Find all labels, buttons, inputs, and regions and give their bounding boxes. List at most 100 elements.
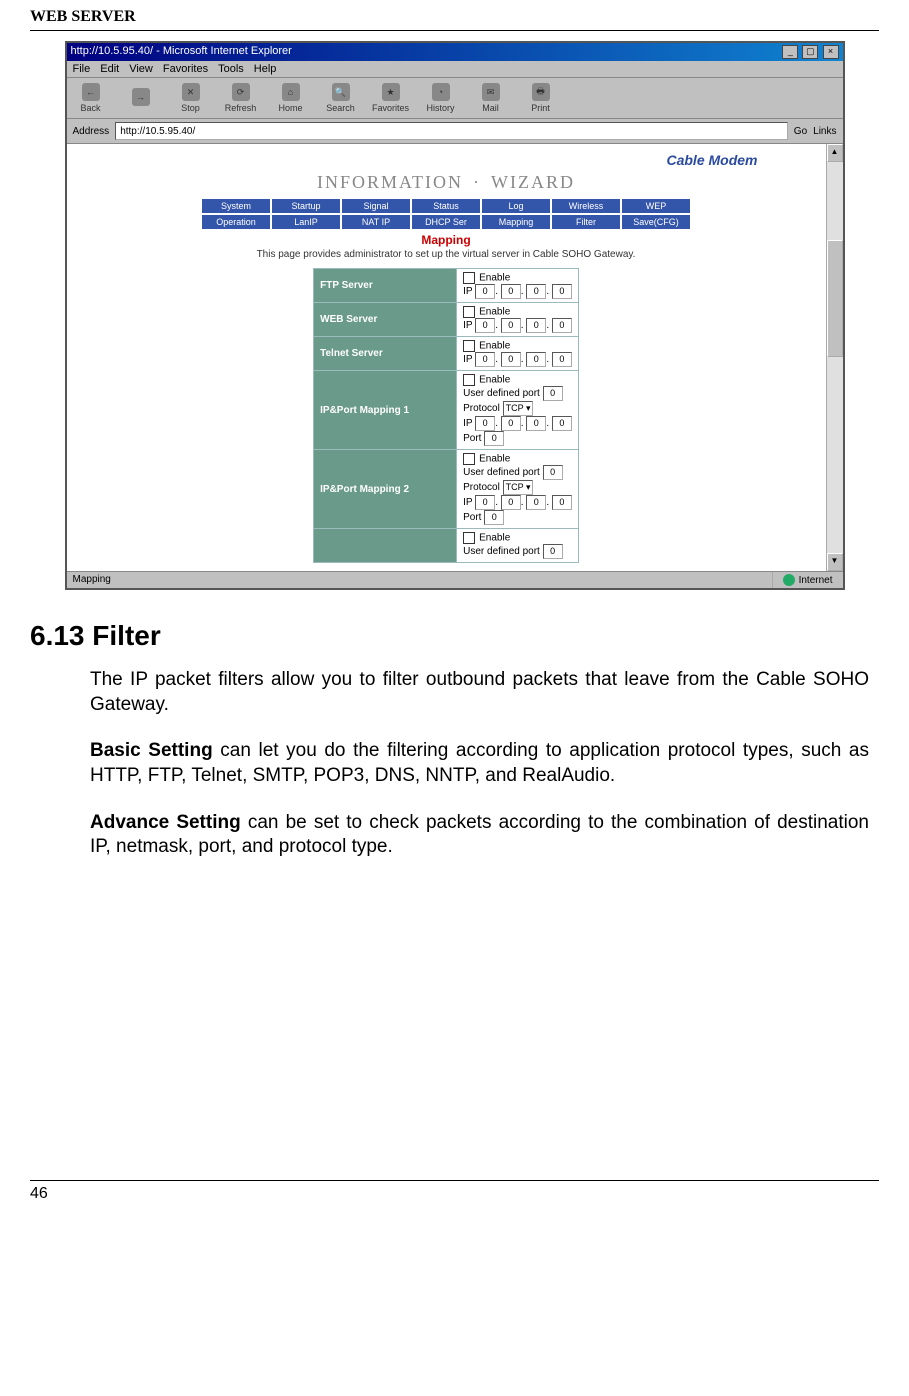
- ip-field[interactable]: 0: [475, 318, 495, 333]
- enable-checkbox[interactable]: [463, 272, 475, 284]
- scroll-down-icon[interactable]: ▼: [827, 553, 843, 571]
- status-bar: Mapping Internet: [67, 571, 843, 588]
- menu-file[interactable]: File: [73, 63, 91, 75]
- ip-field[interactable]: 0: [526, 284, 546, 299]
- tabs-row-1: System Startup Signal Status Log Wireles…: [75, 199, 818, 213]
- vertical-scrollbar[interactable]: ▲ ▼: [826, 144, 843, 571]
- links-label[interactable]: Links: [813, 126, 836, 137]
- internet-icon: [783, 574, 795, 586]
- port-field[interactable]: 0: [543, 386, 563, 401]
- tab-startup[interactable]: Startup: [272, 199, 340, 213]
- back-icon: ←: [82, 83, 100, 101]
- favorites-button[interactable]: ★Favorites: [373, 83, 409, 113]
- ip-field[interactable]: 0: [552, 352, 572, 367]
- tab-wep[interactable]: WEP: [622, 199, 690, 213]
- tab-mapping[interactable]: Mapping: [482, 215, 550, 229]
- ip-field[interactable]: 0: [475, 352, 495, 367]
- scroll-thumb[interactable]: [827, 240, 843, 357]
- stop-button[interactable]: ✕Stop: [173, 83, 209, 113]
- page-title: INFORMATION·WIZARD: [75, 172, 818, 193]
- row-label-ipmap2: IP&Port Mapping 2: [314, 450, 457, 529]
- ip-field[interactable]: 0: [475, 495, 495, 510]
- protocol-select[interactable]: TCP ▾: [503, 401, 534, 416]
- search-button[interactable]: 🔍Search: [323, 83, 359, 113]
- ip-field[interactable]: 0: [552, 318, 572, 333]
- ip-field[interactable]: 0: [475, 284, 495, 299]
- close-icon[interactable]: ×: [823, 45, 839, 59]
- row-label-web: WEB Server: [314, 303, 457, 337]
- enable-label: Enable: [479, 273, 510, 284]
- enable-checkbox[interactable]: [463, 453, 475, 465]
- row-label-telnet: Telnet Server: [314, 337, 457, 371]
- menu-view[interactable]: View: [129, 63, 153, 75]
- ip-field[interactable]: 0: [501, 284, 521, 299]
- menu-edit[interactable]: Edit: [100, 63, 119, 75]
- footer-rule: [30, 1180, 879, 1181]
- address-label: Address: [73, 126, 110, 137]
- menu-help[interactable]: Help: [254, 63, 277, 75]
- enable-checkbox[interactable]: [463, 306, 475, 318]
- enable-checkbox[interactable]: [463, 532, 475, 544]
- enable-checkbox[interactable]: [463, 374, 475, 386]
- tab-filter[interactable]: Filter: [552, 215, 620, 229]
- history-button[interactable]: ◔History: [423, 83, 459, 113]
- row-label-empty: [314, 529, 457, 563]
- menubar: File Edit View Favorites Tools Help: [67, 61, 843, 78]
- ip-field[interactable]: 0: [552, 495, 572, 510]
- ip-field[interactable]: 0: [552, 416, 572, 431]
- home-button[interactable]: ⌂Home: [273, 83, 309, 113]
- table-row: WEB Server Enable IP 0. 0. 0. 0: [314, 303, 579, 337]
- row-label-ftp: FTP Server: [314, 269, 457, 303]
- window-titlebar: http://10.5.95.40/ - Microsoft Internet …: [67, 43, 843, 61]
- tab-status[interactable]: Status: [412, 199, 480, 213]
- menu-favorites[interactable]: Favorites: [163, 63, 208, 75]
- address-input[interactable]: http://10.5.95.40/: [115, 122, 788, 140]
- port-field[interactable]: 0: [543, 465, 563, 480]
- tab-savecfg[interactable]: Save(CFG): [622, 215, 690, 229]
- ip-field[interactable]: 0: [501, 416, 521, 431]
- mapping-description: This page provides administrator to set …: [75, 249, 818, 260]
- tab-operation[interactable]: Operation: [202, 215, 270, 229]
- print-button[interactable]: 🖶Print: [523, 83, 559, 113]
- ip-field[interactable]: 0: [526, 318, 546, 333]
- forward-icon: →: [132, 88, 150, 106]
- ip-field[interactable]: 0: [475, 416, 495, 431]
- scroll-up-icon[interactable]: ▲: [827, 144, 843, 162]
- maximize-icon[interactable]: ▢: [802, 45, 818, 59]
- ip-field[interactable]: 0: [526, 352, 546, 367]
- minimize-icon[interactable]: _: [782, 45, 798, 59]
- tab-wireless[interactable]: Wireless: [552, 199, 620, 213]
- protocol-select[interactable]: TCP ▾: [503, 480, 534, 495]
- mail-button[interactable]: ✉Mail: [473, 83, 509, 113]
- stop-icon: ✕: [182, 83, 200, 101]
- enable-checkbox[interactable]: [463, 340, 475, 352]
- ip-field[interactable]: 0: [552, 284, 572, 299]
- tab-log[interactable]: Log: [482, 199, 550, 213]
- table-row: FTP Server Enable IP 0. 0. 0. 0: [314, 269, 579, 303]
- refresh-button[interactable]: ⟳Refresh: [223, 83, 259, 113]
- ip-field[interactable]: 0: [526, 495, 546, 510]
- tab-signal[interactable]: Signal: [342, 199, 410, 213]
- tab-lanip[interactable]: LanIP: [272, 215, 340, 229]
- port-field[interactable]: 0: [484, 431, 504, 446]
- print-icon: 🖶: [532, 83, 550, 101]
- history-icon: ◔: [432, 83, 450, 101]
- ip-field[interactable]: 0: [501, 495, 521, 510]
- ip-field[interactable]: 0: [501, 352, 521, 367]
- table-row: IP&Port Mapping 1 Enable User defined po…: [314, 371, 579, 450]
- back-button[interactable]: ←Back: [73, 83, 109, 113]
- table-row: Telnet Server Enable IP 0. 0. 0. 0: [314, 337, 579, 371]
- ip-field[interactable]: 0: [501, 318, 521, 333]
- paragraph-intro: The IP packet filters allow you to filte…: [90, 668, 869, 717]
- forward-button[interactable]: →: [123, 88, 159, 108]
- ip-field[interactable]: 0: [526, 416, 546, 431]
- header-rule: [30, 30, 879, 31]
- go-button[interactable]: Go: [794, 126, 807, 137]
- port-field[interactable]: 0: [484, 510, 504, 525]
- port-field[interactable]: 0: [543, 544, 563, 559]
- tab-natip[interactable]: NAT IP: [342, 215, 410, 229]
- tab-dhcp[interactable]: DHCP Ser: [412, 215, 480, 229]
- menu-tools[interactable]: Tools: [218, 63, 244, 75]
- tab-system[interactable]: System: [202, 199, 270, 213]
- toolbar: ←Back → ✕Stop ⟳Refresh ⌂Home 🔍Search ★Fa…: [67, 78, 843, 119]
